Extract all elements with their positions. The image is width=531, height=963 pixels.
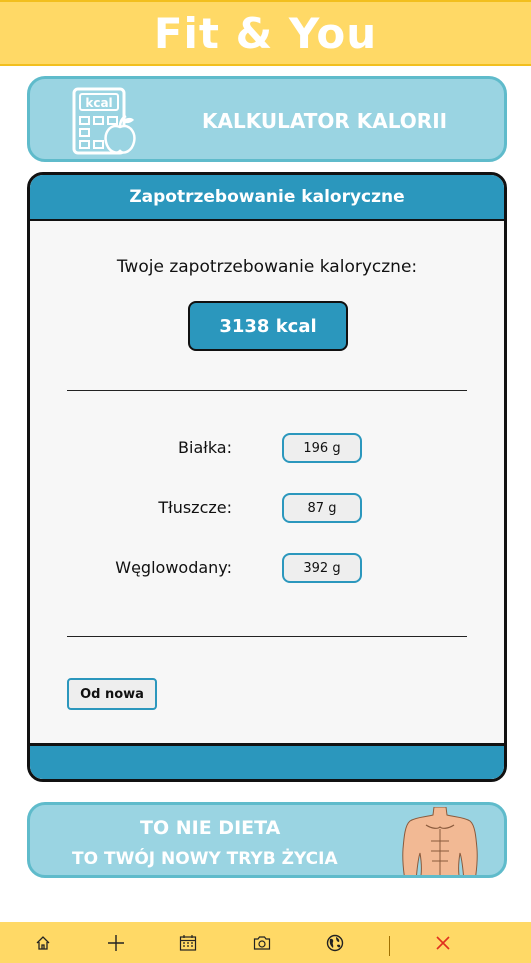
nav-close-button[interactable] bbox=[428, 930, 458, 956]
promo-line-1: TO NIE DIETA bbox=[140, 817, 281, 839]
plus-icon bbox=[108, 935, 124, 951]
calorie-needs-card: Zapotrzebowanie kaloryczne Twoje zapotrz… bbox=[27, 172, 507, 782]
calendar-icon bbox=[179, 935, 197, 951]
carbs-label: Węglowodany: bbox=[115, 558, 232, 577]
kcal-icon-text: kcal bbox=[85, 96, 112, 110]
nav-home-button[interactable] bbox=[28, 930, 58, 956]
protein-value: 196 g bbox=[282, 433, 362, 463]
calorie-value-box: 3138 kcal bbox=[188, 301, 348, 351]
app-title: Fit & You bbox=[153, 8, 378, 58]
card-header: Zapotrzebowanie kaloryczne bbox=[30, 175, 504, 221]
globe-icon bbox=[326, 934, 344, 952]
camera-icon bbox=[253, 936, 271, 950]
calculator-banner: kcal KALKULATOR KALORII bbox=[27, 76, 507, 162]
close-icon bbox=[436, 936, 450, 950]
lifestyle-banner: TO NIE DIETA TO TWÓJ NOWY TRYB ŻYCIA bbox=[27, 802, 507, 878]
nav-calendar-button[interactable] bbox=[173, 930, 203, 956]
calorie-need-label: Twoje zapotrzebowanie kaloryczne: bbox=[116, 257, 418, 277]
bottom-nav-bar bbox=[0, 922, 531, 963]
banner-title: KALKULATOR KALORII bbox=[202, 109, 448, 133]
promo-line-2: TO TWÓJ NOWY TRYB ŻYCIA bbox=[72, 849, 338, 869]
card-footer bbox=[30, 743, 504, 779]
fat-value: 87 g bbox=[282, 493, 362, 523]
card-title: Zapotrzebowanie kaloryczne bbox=[129, 187, 405, 207]
top-bar: Fit & You bbox=[0, 0, 531, 66]
reset-button[interactable]: Od nowa bbox=[67, 678, 157, 710]
calculator-apple-icon: kcal bbox=[72, 87, 136, 155]
divider bbox=[67, 390, 467, 391]
fat-label: Tłuszcze: bbox=[158, 498, 232, 517]
nav-world-button[interactable] bbox=[320, 930, 350, 956]
nav-camera-button[interactable] bbox=[247, 930, 277, 956]
divider bbox=[67, 636, 467, 637]
carbs-value: 392 g bbox=[282, 553, 362, 583]
home-icon bbox=[36, 936, 50, 950]
nav-separator bbox=[389, 936, 390, 956]
app-window: Fit & You kcal KALKULATOR KALORII Zapotr… bbox=[0, 0, 531, 963]
torso-icon bbox=[402, 807, 478, 875]
nav-add-button[interactable] bbox=[101, 930, 131, 956]
protein-label: Białka: bbox=[178, 438, 232, 457]
